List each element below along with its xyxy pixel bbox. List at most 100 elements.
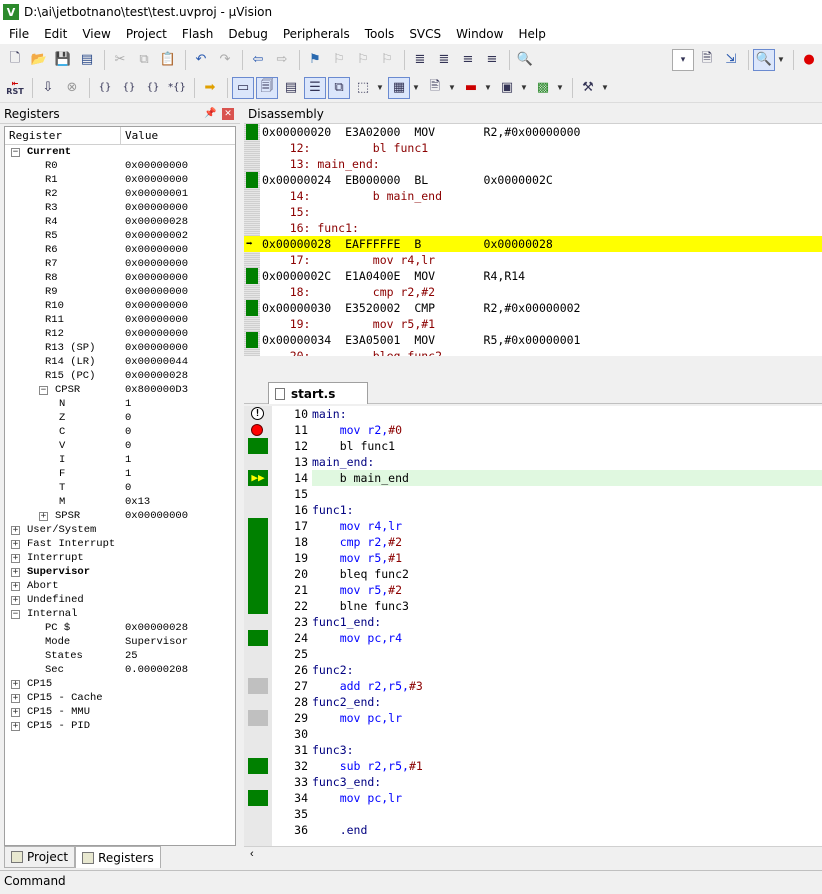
menu-svcs[interactable]: SVCS bbox=[400, 27, 447, 41]
register-value[interactable]: 0x00000028 bbox=[125, 215, 188, 229]
register-row[interactable]: I1 bbox=[5, 453, 235, 467]
code-line[interactable]: 22 blne func3 bbox=[244, 598, 822, 614]
chevron-down-icon[interactable]: ▼ bbox=[376, 83, 384, 92]
register-row[interactable]: + User/System bbox=[5, 523, 235, 537]
run-to-cursor-icon[interactable]: *{} bbox=[166, 77, 188, 99]
register-row[interactable]: States 25 bbox=[5, 649, 235, 663]
register-value[interactable]: 0x00000000 bbox=[125, 285, 188, 299]
menu-file[interactable]: File bbox=[0, 27, 35, 41]
indent-icon[interactable]: ≣ bbox=[409, 49, 431, 71]
bookmark-clear-icon[interactable]: ⚐ bbox=[376, 49, 398, 71]
instruction-line[interactable]: 0x00000034 E3A05001 MOV R5,#0x00000001 bbox=[244, 332, 822, 348]
register-row[interactable]: R6 0x00000000 bbox=[5, 243, 235, 257]
tab-project[interactable]: Project bbox=[4, 846, 76, 868]
horizontal-splitter[interactable] bbox=[244, 356, 822, 378]
code-line[interactable]: 12 bl func1 bbox=[244, 438, 822, 454]
save-all-icon[interactable]: ▤ bbox=[76, 49, 98, 71]
source-line[interactable]: 14: b main_end bbox=[244, 188, 822, 204]
code-line[interactable]: 11 mov r2,#0 bbox=[244, 422, 822, 438]
collapse-icon[interactable]: − bbox=[11, 148, 20, 157]
code-line[interactable]: 20 bleq func2 bbox=[244, 566, 822, 582]
source-line[interactable]: 19: mov r5,#1 bbox=[244, 316, 822, 332]
register-row[interactable]: + CP15 - PID bbox=[5, 719, 235, 733]
register-value[interactable]: 0.00000208 bbox=[125, 663, 188, 677]
code-line[interactable]: 26 func2: bbox=[244, 662, 822, 678]
bookmark-icon[interactable]: ⚑ bbox=[304, 49, 326, 71]
code-line[interactable]: 23 func1_end: bbox=[244, 614, 822, 630]
register-row[interactable]: R5 0x00000002 bbox=[5, 229, 235, 243]
source-line[interactable]: 12: bl func1 bbox=[244, 140, 822, 156]
register-value[interactable]: 0 bbox=[125, 425, 131, 439]
code-line[interactable]: 29 mov pc,lr bbox=[244, 710, 822, 726]
menu-tools[interactable]: Tools bbox=[356, 27, 401, 41]
source-line[interactable]: 17: mov r4,lr bbox=[244, 252, 822, 268]
call-stack-window-icon[interactable]: ⧉ bbox=[328, 76, 350, 99]
menu-project[interactable]: Project bbox=[117, 27, 173, 41]
register-value[interactable]: 0x00000001 bbox=[125, 187, 188, 201]
register-value[interactable]: 0x00000002 bbox=[125, 229, 188, 243]
code-line[interactable]: 15 bbox=[244, 486, 822, 502]
register-value[interactable]: 0x800000D3 bbox=[125, 383, 188, 397]
chevron-down-icon[interactable]: ▼ bbox=[601, 83, 609, 92]
code-line[interactable]: 36 .end bbox=[244, 822, 822, 838]
stop-icon[interactable]: ⊗ bbox=[61, 77, 83, 99]
nav-back-icon[interactable]: ⇦ bbox=[247, 49, 269, 71]
code-line[interactable]: ! 10 main: bbox=[244, 406, 822, 422]
menu-view[interactable]: View bbox=[73, 27, 116, 41]
editor-horizontal-scrollbar[interactable]: ‹ bbox=[244, 846, 822, 864]
register-row[interactable]: + Interrupt bbox=[5, 551, 235, 565]
uncomment-icon[interactable]: ≡ bbox=[481, 49, 503, 71]
register-value[interactable]: 0x00000000 bbox=[125, 509, 188, 523]
register-row[interactable]: R11 0x00000000 bbox=[5, 313, 235, 327]
register-value[interactable]: 1 bbox=[125, 467, 131, 481]
register-row[interactable]: PC $ 0x00000028 bbox=[5, 621, 235, 635]
code-line[interactable]: 33 func3_end: bbox=[244, 774, 822, 790]
register-row[interactable]: R7 0x00000000 bbox=[5, 257, 235, 271]
code-line[interactable]: ▶▶ 14 b main_end bbox=[244, 470, 822, 486]
trace-window-icon[interactable]: ▣ bbox=[496, 77, 518, 99]
register-row[interactable]: C0 bbox=[5, 425, 235, 439]
register-row[interactable]: F1 bbox=[5, 467, 235, 481]
redo-icon[interactable]: ↷ bbox=[214, 49, 236, 71]
register-value[interactable]: 25 bbox=[125, 649, 138, 663]
scroll-left-icon[interactable]: ‹ bbox=[250, 848, 254, 860]
register-row[interactable]: + Abort bbox=[5, 579, 235, 593]
expand-icon[interactable]: + bbox=[11, 722, 20, 731]
configure-icon[interactable]: ⇲ bbox=[720, 49, 742, 71]
step-into-icon[interactable]: {} bbox=[94, 77, 116, 99]
register-value[interactable]: Supervisor bbox=[125, 635, 188, 649]
code-line[interactable]: 25 bbox=[244, 646, 822, 662]
register-row[interactable]: R2 0x00000001 bbox=[5, 187, 235, 201]
register-value[interactable]: 0 bbox=[125, 439, 131, 453]
register-row[interactable]: R4 0x00000028 bbox=[5, 215, 235, 229]
register-value[interactable]: 0x00000000 bbox=[125, 299, 188, 313]
register-value[interactable]: 0 bbox=[125, 481, 131, 495]
register-value[interactable]: 0x00000028 bbox=[125, 621, 188, 635]
toolbox-icon[interactable]: ⚒ bbox=[577, 77, 599, 99]
copy-icon[interactable]: ⧉ bbox=[133, 49, 155, 71]
disassembly-body[interactable]: 0x00000020 E3A02000 MOV R2,#0x00000000 1… bbox=[244, 124, 822, 358]
code-line[interactable]: 32 sub r2,r5,#1 bbox=[244, 758, 822, 774]
save-icon[interactable]: 💾 bbox=[52, 49, 74, 71]
expand-icon[interactable]: + bbox=[11, 540, 20, 549]
register-value[interactable]: 0x00000000 bbox=[125, 327, 188, 341]
source-line[interactable]: 13: main_end: bbox=[244, 156, 822, 172]
open-folder-icon[interactable]: 📂 bbox=[28, 49, 50, 71]
register-row[interactable]: M 0x13 bbox=[5, 495, 235, 509]
code-line[interactable]: 34 mov pc,lr bbox=[244, 790, 822, 806]
menu-peripherals[interactable]: Peripherals bbox=[274, 27, 356, 41]
register-row[interactable]: − Internal bbox=[5, 607, 235, 621]
undo-icon[interactable]: ↶ bbox=[190, 49, 212, 71]
tab-start-s[interactable]: start.s bbox=[268, 382, 368, 404]
register-value[interactable]: 0x00000000 bbox=[125, 271, 188, 285]
find-dropdown-icon[interactable]: ▾ bbox=[672, 48, 694, 71]
paste-icon[interactable]: 📋 bbox=[157, 49, 179, 71]
chevron-down-icon[interactable]: ▼ bbox=[448, 83, 456, 92]
code-line[interactable]: 30 bbox=[244, 726, 822, 742]
close-icon[interactable]: ✕ bbox=[222, 107, 234, 120]
pin-icon[interactable]: 📌 bbox=[204, 108, 216, 119]
register-row[interactable]: R14 (LR) 0x00000044 bbox=[5, 355, 235, 369]
register-row[interactable]: R0 0x00000000 bbox=[5, 159, 235, 173]
register-value[interactable]: 0x00000000 bbox=[125, 159, 188, 173]
instruction-line[interactable]: 0x0000002C E1A0400E MOV R4,R14 bbox=[244, 268, 822, 284]
